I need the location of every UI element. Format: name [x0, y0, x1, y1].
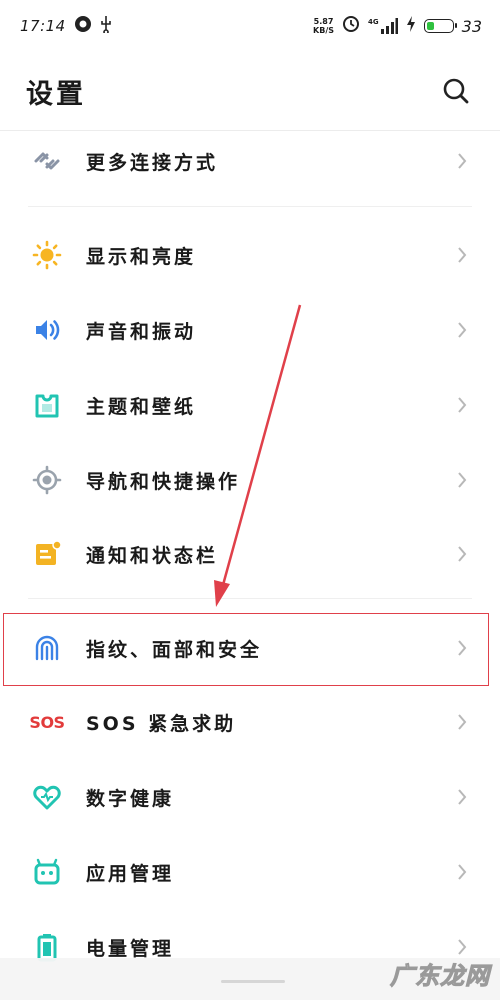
- chevron-right-icon: [456, 470, 470, 490]
- chevron-right-icon: [456, 151, 470, 171]
- usb-icon: [100, 15, 112, 37]
- chevron-right-icon: [456, 638, 470, 658]
- page-title: 设置: [26, 78, 86, 110]
- chevron-right-icon: [456, 787, 470, 807]
- sun-icon: [32, 240, 62, 270]
- status-left: 17:14: [20, 15, 112, 37]
- sos-icon: SOS: [29, 707, 65, 737]
- target-icon: [32, 465, 62, 495]
- theme-icon: [32, 390, 62, 420]
- notification-icon: [32, 539, 62, 569]
- setting-label: 指纹、面部和安全: [86, 638, 263, 661]
- battery-percent: 33: [461, 16, 482, 36]
- network-speed-unit: KB/S: [313, 26, 335, 35]
- setting-row-display-brightness[interactable]: 显示和亮度: [0, 225, 500, 285]
- setting-row-sound-vibration[interactable]: 声音和振动: [0, 300, 500, 360]
- chevron-right-icon: [456, 712, 470, 732]
- charging-icon: [406, 16, 416, 36]
- network-speed-value: 5.87: [313, 17, 334, 26]
- setting-label: 应用管理: [86, 862, 175, 885]
- setting-row-notifications-status-bar[interactable]: 通知和状态栏: [0, 524, 500, 584]
- status-right: 5.87 KB/S 4G 33: [313, 15, 482, 37]
- chevron-right-icon: [456, 395, 470, 415]
- setting-label: 主题和壁纸: [86, 395, 197, 418]
- sos-icon-text: SOS: [29, 712, 65, 732]
- speaker-icon: [32, 315, 62, 345]
- home-indicator[interactable]: [221, 980, 285, 983]
- setting-label: 导航和快捷操作: [86, 470, 241, 493]
- search-button[interactable]: [438, 73, 474, 109]
- section-divider: [28, 598, 472, 599]
- app-notification-icon: [74, 15, 92, 37]
- status-bar: 17:14 5.87 KB/S 4G 33: [0, 0, 500, 52]
- chevron-right-icon: [456, 544, 470, 564]
- chevron-right-icon: [456, 320, 470, 340]
- network-type: 4G: [368, 18, 379, 26]
- setting-row-digital-wellbeing[interactable]: 数字健康: [0, 767, 500, 827]
- setting-row-theme-wallpaper[interactable]: 主题和壁纸: [0, 375, 500, 435]
- fingerprint-icon: [32, 633, 62, 663]
- setting-label: 更多连接方式: [86, 151, 219, 174]
- setting-row-fingerprint-face-security[interactable]: 指纹、面部和安全: [0, 618, 500, 678]
- section-divider: [28, 206, 472, 207]
- setting-label: 显示和亮度: [86, 245, 197, 268]
- app-header: 设置: [0, 52, 500, 130]
- setting-label: 声音和振动: [86, 320, 197, 343]
- battery-icon: [423, 19, 457, 33]
- setting-label: SOS 紧急求助: [86, 712, 237, 735]
- signal-icon: 4G: [368, 18, 398, 34]
- setting-label: 电量管理: [86, 937, 175, 960]
- setting-row-more-connections[interactable]: 更多连接方式: [0, 131, 500, 191]
- status-time: 17:14: [20, 17, 66, 35]
- setting-row-navigation-shortcuts[interactable]: 导航和快捷操作: [0, 450, 500, 510]
- alarm-icon: [342, 15, 360, 37]
- battery-fill: [426, 22, 435, 30]
- setting-label: 数字健康: [86, 787, 175, 810]
- android-icon: [32, 857, 62, 887]
- connection-icon: [32, 146, 62, 176]
- chevron-right-icon: [456, 862, 470, 882]
- chevron-right-icon: [456, 245, 470, 265]
- chevron-right-icon: [456, 937, 470, 957]
- setting-row-sos[interactable]: SOS SOS 紧急求助: [0, 692, 500, 752]
- search-icon: [443, 78, 469, 104]
- watermark: 广东龙网: [390, 962, 490, 991]
- network-speed: 5.87 KB/S: [313, 17, 334, 35]
- heart-icon: [32, 782, 62, 812]
- setting-label: 通知和状态栏: [86, 544, 219, 567]
- setting-row-app-management[interactable]: 应用管理: [0, 842, 500, 902]
